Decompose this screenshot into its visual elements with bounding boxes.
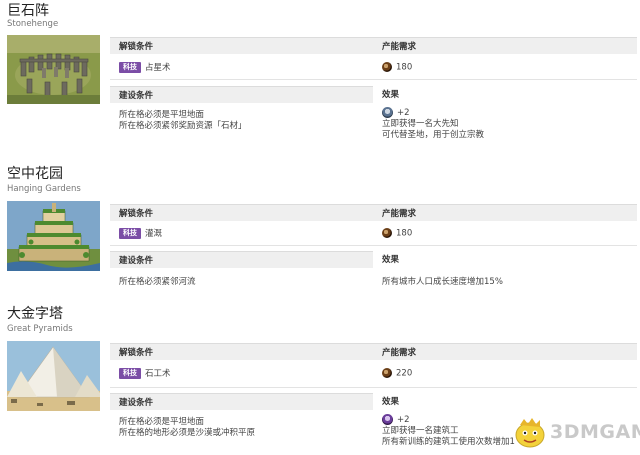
watermark-mascot-icon [515,418,545,448]
wonder-subtitle: Hanging Gardens [7,184,81,194]
tech-badge: 科技 [119,62,141,73]
effect-value-line: +2 [382,414,410,426]
production-cost: 220 [382,368,412,380]
wonder-title: 空中花园 [7,166,63,182]
tech-requirement: 科技 石工术 [119,368,171,380]
production-icon [382,368,392,378]
build-header: 建设条件 [110,393,373,410]
production-header: 产能需求 [373,37,637,54]
effect-value: +2 [397,108,410,118]
wonder-subtitle: Stonehenge [7,19,59,29]
row-divider [110,387,637,388]
effect-line: 所有城市人口成长速度增加15% [382,277,503,287]
effect-line: 立即获得一名大先知 [382,119,459,129]
tech-name: 石工术 [145,369,171,379]
tech-requirement: 科技 占星术 [119,62,171,74]
build-label: 建设条件 [119,398,154,408]
build-label: 建设条件 [119,91,154,101]
build-condition: 所在格必须是平坦地面 [119,110,205,120]
great-pyramids-image [7,341,100,411]
build-condition: 所在格必须是平坦地面 [119,417,205,427]
wonder-info-grid: 解锁条件 产能需求 科技 灌溉 180 建设条件 效果 所在格必须紧邻河流 所有城… [110,204,637,298]
unlock-label: 解锁条件 [119,348,154,358]
row-divider [110,245,637,246]
cost-value: 220 [396,368,413,379]
wonder-subtitle: Great Pyramids [7,324,73,334]
cost-value: 180 [396,228,413,239]
watermark-logo: 3DMGAME [510,411,640,451]
row-divider [110,79,637,80]
build-condition: 所在格的地形必须是沙漠或冲积平原 [119,428,256,438]
effect-line: 所有新训练的建筑工使用次数增加1 [382,437,515,447]
tech-name: 占星术 [145,63,171,73]
tech-name: 灌溉 [145,229,163,239]
hanging-gardens-image [7,201,100,271]
tech-badge: 科技 [119,228,141,239]
production-label: 产能需求 [382,348,417,358]
unlock-header: 解锁条件 [110,204,373,221]
build-condition: 所在格必须紧邻河流 [119,277,196,287]
effect-value-line: +2 [382,107,410,119]
wonder-hanging-gardens: 空中花园 Hanging Gardens 解锁条件 产能需求 科技 灌溉 180… [0,163,640,298]
build-header: 建设条件 [110,86,373,103]
stonehenge-image [7,35,100,104]
build-header: 建设条件 [110,251,373,268]
wonder-title: 大金字塔 [7,306,63,322]
production-header: 产能需求 [373,204,637,221]
watermark-text: 3DMGAME [550,421,640,443]
unlock-label: 解锁条件 [119,42,154,52]
production-header: 产能需求 [373,343,637,360]
tech-requirement: 科技 灌溉 [119,228,162,240]
production-label: 产能需求 [382,209,417,219]
cost-value: 180 [396,62,413,73]
effect-label: 效果 [382,397,400,407]
wonder-stonehenge: 巨石阵 Stonehenge 解锁条件 产能需求 科技 占星术 180 建设条件… [0,0,640,150]
production-label: 产能需求 [382,42,417,52]
effect-line: 可代替圣地，用于创立宗教 [382,130,485,140]
unlock-header: 解锁条件 [110,343,373,360]
wonder-title: 巨石阵 [7,3,49,19]
great-prophet-icon [382,107,393,118]
production-icon [382,62,392,72]
build-label: 建设条件 [119,256,154,266]
build-condition: 所在格必须紧邻奖励资源「石材」 [119,121,247,131]
production-icon [382,228,392,238]
effect-line: 立即获得一名建筑工 [382,426,459,436]
wonder-info-grid: 解锁条件 产能需求 科技 占星术 180 建设条件 效果 所在格必须是平坦地面 所… [110,37,637,150]
tech-badge: 科技 [119,368,141,379]
production-cost: 180 [382,62,412,74]
production-cost: 180 [382,228,412,240]
great-engineer-icon [382,414,393,425]
effect-value: +2 [397,415,410,425]
unlock-label: 解锁条件 [119,209,154,219]
effect-label: 效果 [382,255,400,265]
unlock-header: 解锁条件 [110,37,373,54]
effect-label: 效果 [382,90,400,100]
